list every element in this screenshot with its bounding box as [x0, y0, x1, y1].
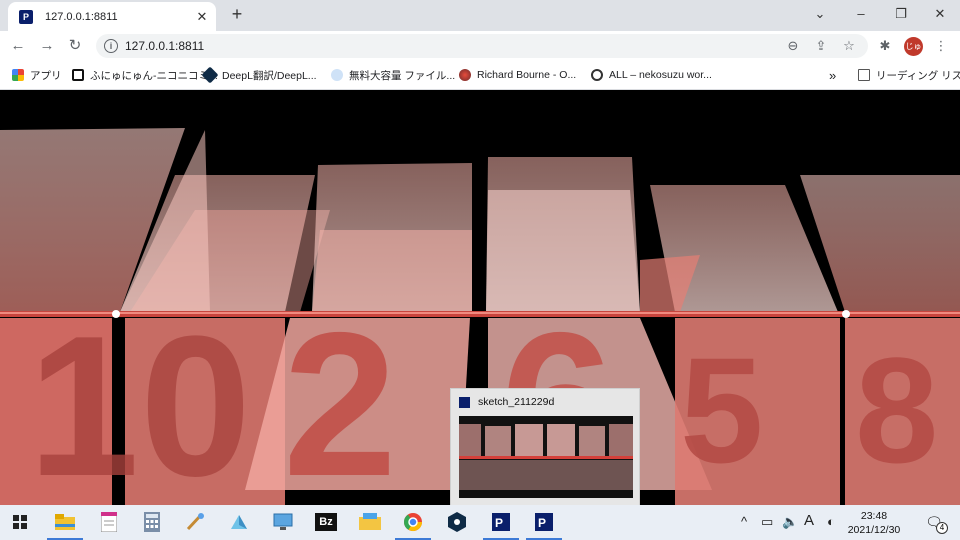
remote-desktop-button[interactable]	[271, 510, 295, 534]
apps-grid-icon	[12, 69, 24, 81]
nekosuzu-icon	[591, 69, 603, 81]
ime-indicator[interactable]: A	[804, 512, 814, 529]
reading-list-icon	[858, 69, 870, 81]
notepad-icon	[101, 512, 117, 532]
share-icon[interactable]: ⇪	[813, 38, 829, 54]
bookmark-apps[interactable]: アプリ	[12, 67, 62, 83]
night-light-icon[interactable]: ◐	[827, 514, 835, 529]
clock-digit: 0	[140, 295, 251, 505]
file-manager-icon	[359, 513, 381, 530]
profile-avatar[interactable]: じゅ	[904, 37, 923, 56]
address-url[interactable]: 127.0.0.1:8811	[125, 39, 204, 53]
bookmark-label: ALL – nekosuzu wor...	[609, 69, 712, 81]
new-tab-button[interactable]: +	[228, 5, 246, 23]
clock-digit: 1	[28, 295, 139, 505]
preview-title: sketch_211229d	[478, 396, 555, 408]
notification-center-button[interactable]: 🗨 4	[922, 510, 948, 534]
folder-icon	[55, 514, 75, 530]
niconico-icon	[72, 69, 84, 81]
bookmark-label: ふにゅにゅん-ニコニコミ...	[90, 69, 218, 82]
volume-icon[interactable]: 🔈	[782, 514, 798, 530]
paint-button[interactable]	[183, 510, 207, 534]
calculator-button[interactable]	[140, 510, 164, 534]
reload-icon[interactable]: ↻	[65, 36, 85, 56]
deepl-icon	[448, 512, 466, 532]
taskbar-preview-window[interactable]: sketch_211229d	[450, 388, 640, 507]
paint3d-button[interactable]	[227, 510, 251, 534]
windows-logo-icon	[13, 515, 27, 529]
clock-date: 2021/12/30	[847, 524, 901, 536]
file-manager-button[interactable]	[358, 510, 382, 534]
tab-strip: P 127.0.0.1:8811 ✕ + ⌄ – ❐ ✕	[0, 0, 960, 31]
address-bar[interactable]: i 127.0.0.1:8811 ⊖ ⇪ ☆	[96, 34, 868, 58]
reading-list-label: リーディング リスト	[876, 69, 960, 82]
clock-digit: 8	[855, 326, 938, 494]
show-hidden-icons-icon[interactable]: ^	[741, 514, 747, 529]
network-icon[interactable]: ▭	[761, 514, 773, 530]
tab-title: 127.0.0.1:8811	[45, 10, 118, 23]
monitor-icon	[273, 513, 293, 530]
start-button[interactable]	[8, 510, 32, 534]
browser-toolbar: ← → ↻ i 127.0.0.1:8811 ⊖ ⇪ ☆ ✱ じゅ ⋮	[0, 31, 960, 61]
bookmarks-overflow-button[interactable]: »	[829, 67, 836, 83]
bookmark-item[interactable]: 無料大容量 ファイル...	[331, 67, 455, 83]
paint3d-icon	[231, 515, 247, 529]
notification-count: 4	[936, 522, 948, 534]
extensions-icon[interactable]: ✱	[876, 37, 894, 55]
tab-search-icon[interactable]: ⌄	[811, 5, 829, 23]
bookmark-label: Richard Bourne - O...	[477, 69, 577, 81]
svg-text:P: P	[495, 516, 503, 530]
bookmark-label: アプリ	[30, 69, 62, 82]
processing-icon: P	[492, 513, 510, 531]
file-service-icon	[331, 69, 343, 81]
system-clock[interactable]: 23:48 2021/12/30	[842, 509, 906, 537]
bookmark-label: 無料大容量 ファイル...	[349, 69, 456, 82]
bookmark-star-icon[interactable]: ☆	[841, 38, 857, 54]
processing-favicon-icon: P	[19, 9, 33, 24]
clock-digit: 2	[283, 290, 397, 505]
svg-text:P: P	[538, 516, 546, 530]
bookmark-item[interactable]: DeepL翻訳/DeepL...	[201, 66, 317, 84]
chrome-button[interactable]	[395, 510, 431, 540]
file-explorer-button[interactable]	[47, 510, 83, 540]
site-info-icon[interactable]: i	[104, 39, 118, 53]
window-close-icon[interactable]: ✕	[931, 5, 949, 23]
deepl-icon	[201, 66, 219, 84]
zoom-icon[interactable]: ⊖	[785, 38, 801, 54]
windows-taskbar: Bz P P ^ ▭ 🔈 A ◐ 23:48 2021/12/30 🗨 4	[0, 505, 960, 540]
bookmarks-bar: アプリ ふにゅにゅん-ニコニコミ... DeepL翻訳/DeepL... 無料大…	[0, 61, 960, 90]
bookmark-item[interactable]: ふにゅにゅん-ニコニコミ...	[72, 67, 218, 83]
processing-sketch-icon: P	[535, 513, 553, 531]
restore-icon[interactable]: ❐	[892, 5, 910, 23]
processing-button[interactable]: P	[483, 510, 519, 540]
bookmark-label: DeepL翻訳/DeepL...	[222, 69, 317, 82]
paint-brush-icon	[186, 513, 204, 531]
richard-bourne-icon	[459, 69, 471, 81]
minimize-icon[interactable]: –	[852, 5, 870, 23]
tab-close-icon[interactable]: ✕	[194, 9, 210, 25]
axle-joint	[842, 310, 850, 318]
preview-thumbnail[interactable]	[459, 416, 633, 498]
deepl-button[interactable]	[445, 510, 469, 534]
chrome-icon	[404, 513, 422, 532]
back-icon[interactable]: ←	[8, 36, 28, 56]
calculator-icon	[144, 512, 160, 532]
bz-icon: Bz	[315, 513, 337, 531]
processing-icon	[459, 397, 470, 408]
clock-time: 23:48	[860, 510, 888, 522]
browser-tab[interactable]: P 127.0.0.1:8811 ✕	[8, 2, 216, 31]
forward-icon[interactable]: →	[37, 36, 57, 56]
bookmark-item[interactable]: Richard Bourne - O...	[459, 67, 576, 83]
bz-editor-button[interactable]: Bz	[314, 510, 338, 534]
menu-icon[interactable]: ⋮	[932, 37, 950, 55]
notepad-button[interactable]	[97, 510, 121, 534]
reading-list-button[interactable]: リーディング リスト	[858, 67, 960, 83]
clock-digit: 5	[680, 326, 763, 494]
bookmark-item[interactable]: ALL – nekosuzu wor...	[591, 67, 712, 83]
sketch-window-button[interactable]: P	[526, 510, 562, 540]
